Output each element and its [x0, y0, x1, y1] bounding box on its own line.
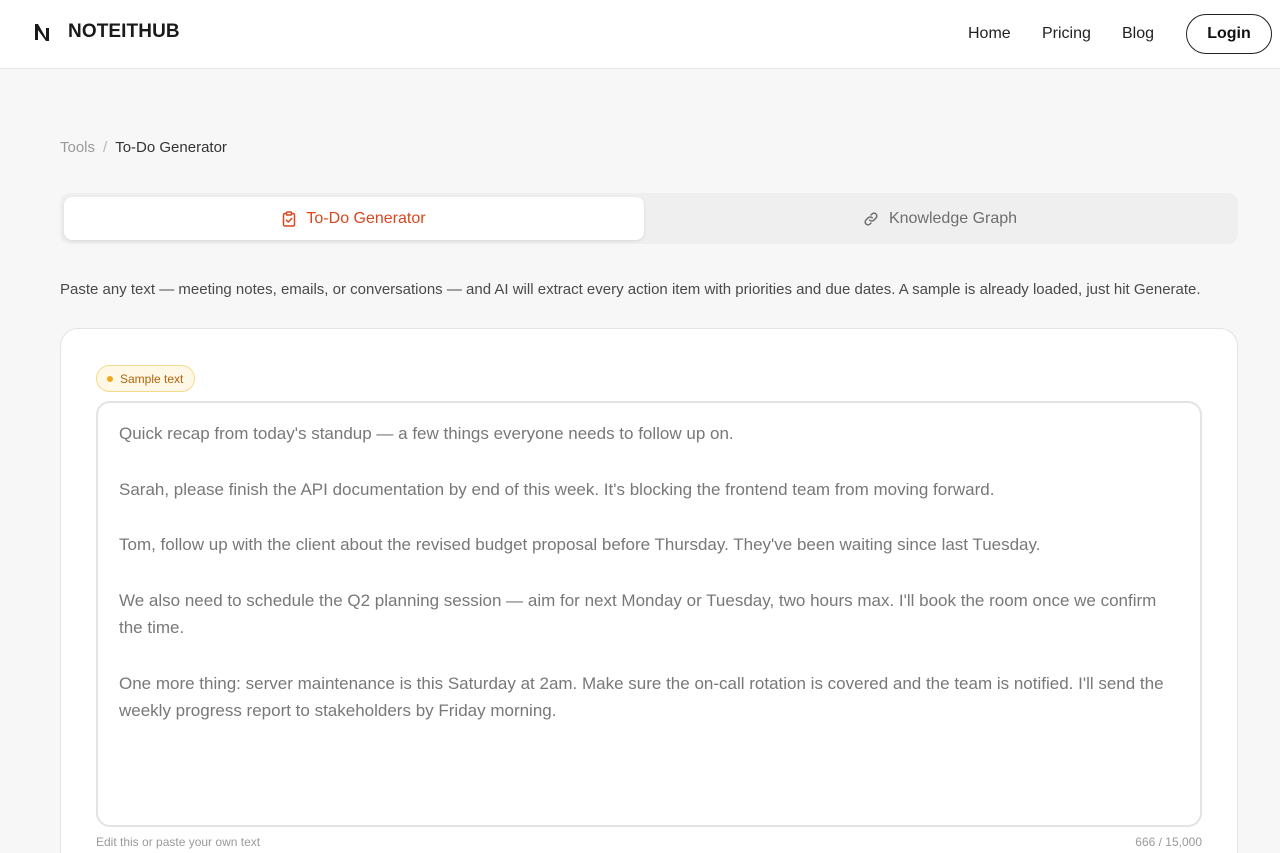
tool-tabs: To-Do Generator Knowledge Graph	[60, 193, 1238, 244]
input-paragraph: We also need to schedule the Q2 planning…	[119, 590, 1157, 638]
input-paragraph: Tom, follow up with the client about the…	[119, 535, 1041, 554]
sample-text-badge: Sample text	[96, 365, 196, 392]
breadcrumb: Tools / To-Do Generator	[60, 139, 227, 156]
tool-description: Paste any text — meeting notes, emails, …	[60, 281, 1201, 298]
login-button[interactable]: Login	[1186, 14, 1272, 54]
character-count: 666 / 15,000	[1135, 835, 1202, 849]
text-input-area[interactable]: Quick recap from today's standup — a few…	[96, 401, 1202, 827]
nav-pricing-link[interactable]: Pricing	[1042, 25, 1091, 43]
clipboard-check-icon	[282, 210, 296, 227]
input-card: Sample text Quick recap from today's sta…	[60, 328, 1238, 853]
breadcrumb-separator: /	[103, 139, 108, 156]
tab-label: To-Do Generator	[306, 209, 426, 227]
link-icon	[863, 211, 879, 227]
brand-logo[interactable]: NOTEITHUB	[32, 20, 180, 44]
nav-home-link[interactable]: Home	[968, 25, 1011, 43]
top-navbar: NOTEITHUB Home Pricing Blog Login	[0, 0, 1280, 69]
logo-icon	[35, 24, 49, 41]
nav-blog-link[interactable]: Blog	[1122, 25, 1154, 43]
breadcrumb-tools-link[interactable]: Tools	[60, 139, 95, 156]
tab-todo-generator[interactable]: To-Do Generator	[64, 197, 644, 240]
input-paragraph: Quick recap from today's standup — a few…	[119, 424, 734, 443]
input-paragraph: One more thing: server maintenance is th…	[119, 673, 1164, 721]
input-paragraph: Sarah, please finish the API documentati…	[119, 479, 995, 499]
input-hint: Edit this or paste your own text	[96, 835, 261, 849]
brand-name: NOTEITHUB	[68, 21, 180, 42]
breadcrumb-current: To-Do Generator	[115, 139, 227, 156]
badge-dot-icon	[107, 375, 113, 382]
tab-label: Knowledge Graph	[888, 209, 1018, 227]
badge-label: Sample text	[120, 371, 184, 386]
tab-knowledge-graph[interactable]: Knowledge Graph	[650, 197, 1230, 240]
